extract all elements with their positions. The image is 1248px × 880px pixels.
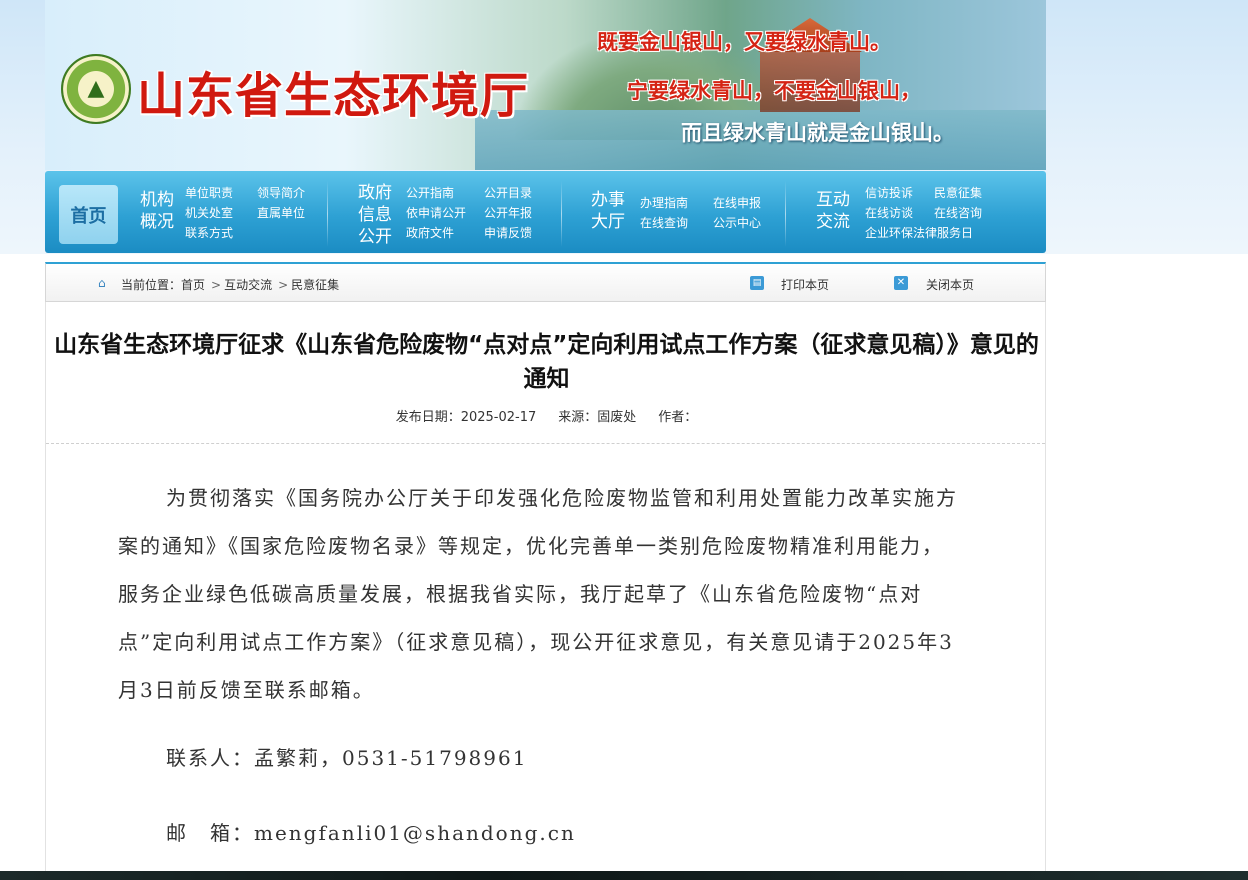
close-icon[interactable]: ✕ (894, 276, 908, 290)
nav-group-title-text: 办事大厅 (591, 190, 625, 232)
nav-group-title-org[interactable]: 机构概况 (137, 189, 177, 233)
breadcrumb: 首页 > 互动交流 > 民意征集 (181, 276, 342, 293)
slogan-line-1: 既要金山银山，又要绿水青山。 (597, 29, 891, 54)
nav-link-online-consult[interactable]: 在线咨询 (934, 205, 982, 221)
nav-link-apply-disclosure[interactable]: 依申请公开 (406, 205, 466, 221)
nav-home-button[interactable]: 首页 (59, 185, 118, 244)
nav-link-leaders[interactable]: 领导简介 (257, 185, 305, 201)
author-label: 作者： (658, 410, 698, 425)
nav-link-affiliates[interactable]: 直属单位 (257, 205, 305, 221)
title-divider (46, 443, 1045, 444)
breadcrumb-item-opinion[interactable]: 民意征集 (291, 278, 339, 292)
nav-group-title-text: 政府信息公开 (358, 183, 392, 247)
article-container: 山东省生态环境厅征求《山东省危险废物“点对点”定向利用试点工作方案（征求意见稿）… (45, 302, 1046, 880)
nav-link-petition[interactable]: 信访投诉 (865, 185, 913, 201)
breadcrumb-separator: > (211, 278, 222, 292)
source-label: 来源： (558, 410, 598, 425)
bottom-strip (0, 871, 1248, 880)
main-nav: 首页 机构概况 单位职责 领导简介 机关处室 直属单位 联系方式 政府信息公开 … (45, 171, 1046, 253)
nav-group-title-interaction[interactable]: 互动交流 (813, 189, 853, 233)
nav-separator (327, 181, 328, 247)
nav-link-offices[interactable]: 机关处室 (185, 205, 233, 221)
nav-link-online-apply[interactable]: 在线申报 (713, 195, 761, 211)
breadcrumb-item-interaction[interactable]: 互动交流 (224, 278, 272, 292)
print-page-button[interactable]: 打印本页 (781, 276, 829, 293)
nav-link-feedback[interactable]: 申请反馈 (484, 225, 532, 241)
nav-link-annual-report[interactable]: 公开年报 (484, 205, 532, 221)
nav-group-title-text: 互动交流 (816, 190, 850, 232)
mountain-icon: ▲ (87, 76, 105, 101)
nav-link-public-notice[interactable]: 公示中心 (713, 215, 761, 231)
nav-link-guide[interactable]: 公开指南 (406, 185, 454, 201)
print-icon[interactable]: ▤ (750, 276, 764, 290)
slogan-line-2: 宁要绿水青山，不要金山银山， (627, 78, 921, 103)
publish-date-label: 发布日期： (395, 410, 461, 425)
header-banner: ▲ 山东省生态环境厅 既要金山银山，又要绿水青山。 宁要绿水青山，不要金山银山，… (45, 0, 1046, 170)
breadcrumb-label: 当前位置： (121, 278, 182, 292)
close-page-button[interactable]: 关闭本页 (926, 276, 974, 293)
source: 固废处 (597, 410, 637, 425)
nav-link-opinion-collection[interactable]: 民意征集 (934, 185, 982, 201)
site-title: 山东省生态环境厅 (137, 68, 530, 124)
nav-link-procedures[interactable]: 办理指南 (640, 195, 688, 211)
contact-email: 邮 箱：mengfanli01@shandong.cn (166, 821, 576, 845)
article-meta: 发布日期：2025-02-17 来源：固废处 作者： (46, 406, 1047, 425)
home-icon: ⌂ (98, 276, 106, 290)
breadcrumb-bar: ⌂ 当前位置： 首页 > 互动交流 > 民意征集 ▤ 打印本页 ✕ 关闭本页 (45, 262, 1046, 302)
nav-link-gov-docs[interactable]: 政府文件 (406, 225, 454, 241)
nav-link-duties[interactable]: 单位职责 (185, 185, 233, 201)
article-body-paragraph: 为贯彻落实《国务院办公厅关于印发强化危险废物监管和利用处置能力改革实施方案的通知… (118, 486, 958, 702)
breadcrumb-separator: > (278, 278, 289, 292)
publish-date: 2025-02-17 (460, 410, 537, 425)
nav-link-online-interview[interactable]: 在线访谈 (865, 205, 913, 221)
nav-link-legal-service-day[interactable]: 企业环保法律服务日 (865, 225, 973, 241)
site-logo-icon[interactable]: ▲ (61, 54, 131, 124)
page-wrapper: ▲ 山东省生态环境厅 既要金山银山，又要绿水青山。 宁要绿水青山，不要金山银山，… (45, 0, 1046, 253)
breadcrumb-item-home[interactable]: 首页 (181, 278, 205, 292)
nav-separator (785, 181, 786, 247)
nav-separator (561, 181, 562, 247)
slogan-line-3: 而且绿水青山就是金山银山。 (681, 120, 954, 145)
nav-link-contact[interactable]: 联系方式 (185, 225, 233, 241)
nav-group-title-info[interactable]: 政府信息公开 (355, 182, 395, 248)
nav-group-title-text: 机构概况 (140, 190, 174, 232)
nav-link-online-query[interactable]: 在线查询 (640, 215, 688, 231)
nav-group-title-service[interactable]: 办事大厅 (588, 189, 628, 233)
contact-person: 联系人：孟繁莉，0531-51798961 (166, 746, 528, 770)
article-title: 山东省生态环境厅征求《山东省危险废物“点对点”定向利用试点工作方案（征求意见稿）… (54, 332, 1039, 392)
nav-link-catalog[interactable]: 公开目录 (484, 185, 532, 201)
